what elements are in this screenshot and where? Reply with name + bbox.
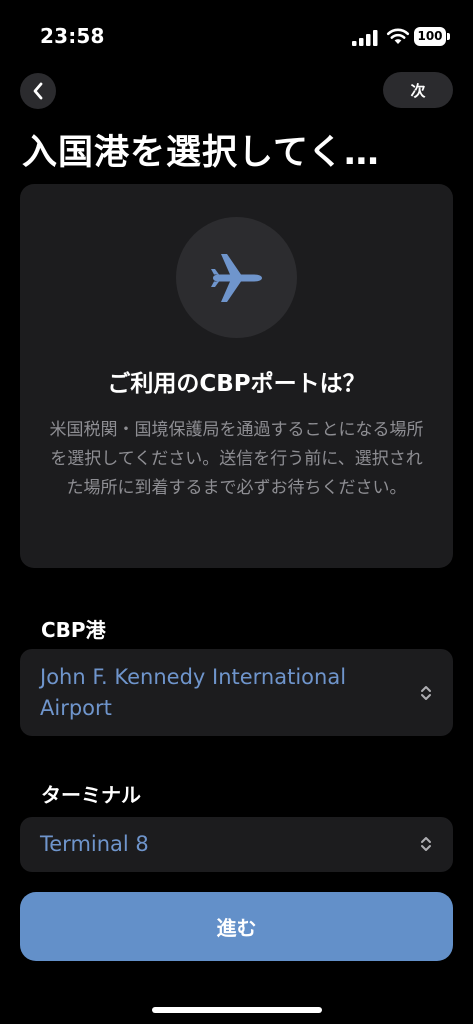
page-title: 入国港を選択してく… <box>22 133 380 173</box>
info-card: ご利用のCBPポートは？ 米国税関・国境保護局を通過することになる場所を選択して… <box>20 184 453 568</box>
home-indicator[interactable] <box>152 1007 322 1013</box>
airplane-icon-badge <box>176 217 297 338</box>
card-title: ご利用のCBPポートは？ <box>107 371 366 397</box>
wifi-icon <box>386 28 410 44</box>
chevron-up-down-icon <box>421 837 431 851</box>
terminal-select-value: Terminal 8 <box>40 832 149 856</box>
next-button[interactable]: 次 <box>383 72 453 108</box>
status-time: 23:58 <box>40 24 105 48</box>
battery-icon: 100 <box>414 27 450 46</box>
terminal-label: ターミナル <box>41 783 141 807</box>
card-description: 米国税関・国境保護局を通過することになる場所を選択してください。送信を行う前に、… <box>49 420 424 498</box>
cellular-signal-icon <box>352 30 378 46</box>
status-bar: 23:58 100 <box>0 0 473 70</box>
port-select-value: John F. Kennedy International Airport <box>40 665 347 720</box>
proceed-button[interactable]: 進む <box>20 892 453 961</box>
port-label: CBP港 <box>41 618 106 642</box>
terminal-select[interactable]: Terminal 8 <box>20 817 453 872</box>
chevron-up-down-icon <box>421 686 431 700</box>
port-select[interactable]: John F. Kennedy International Airport <box>20 649 453 736</box>
battery-level: 100 <box>414 27 446 46</box>
chevron-left-icon <box>33 82 43 100</box>
airplane-icon <box>210 253 262 302</box>
back-button[interactable] <box>20 73 56 109</box>
